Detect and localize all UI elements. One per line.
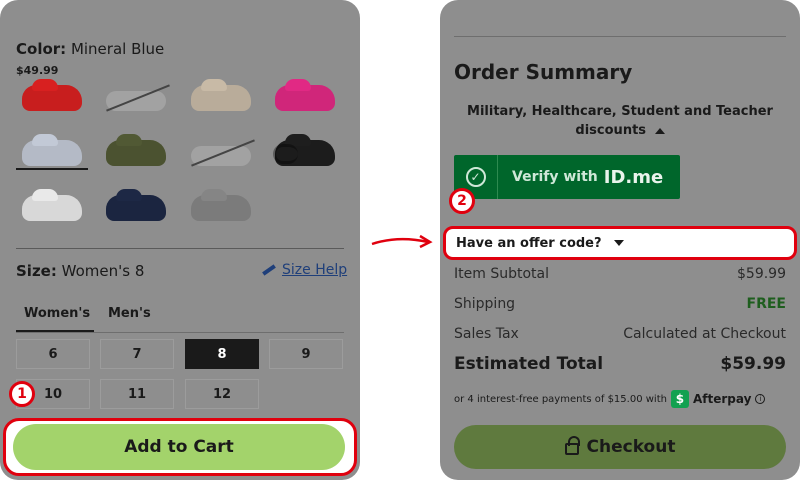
tab-womens[interactable]: Women's xyxy=(16,302,94,332)
color-swatch-navy[interactable] xyxy=(100,186,172,230)
offer-code-label: Have an offer code? xyxy=(456,235,602,251)
add-to-cart-button[interactable]: Add to Cart xyxy=(13,424,345,470)
size-heading: Size: Women's 8 xyxy=(16,262,144,280)
shipping-value: FREE xyxy=(746,296,786,312)
size-option-12[interactable]: 12 xyxy=(185,379,259,409)
subtotal-row: Item Subtotal $59.99 xyxy=(454,266,786,282)
tabs-underline xyxy=(16,332,344,333)
divider xyxy=(16,248,344,249)
tax-label: Sales Tax xyxy=(454,326,519,342)
color-swatch-slate-grey[interactable] xyxy=(185,186,257,230)
size-option-11[interactable]: 11 xyxy=(100,379,174,409)
afterpay-note: or 4 interest-free payments of $15.00 wi… xyxy=(454,390,766,408)
discounts-toggle[interactable]: Military, Healthcare, Student and Teache… xyxy=(460,102,780,140)
lock-icon xyxy=(564,436,580,455)
total-value: $59.99 xyxy=(720,354,786,374)
arrow-right-icon xyxy=(371,234,433,249)
info-icon[interactable]: i xyxy=(755,394,766,404)
size-option-7[interactable]: 7 xyxy=(100,339,174,369)
clog-image xyxy=(191,85,251,111)
color-value: Mineral Blue xyxy=(70,40,165,58)
size-label: Size: xyxy=(16,262,57,280)
size-help-link[interactable]: Size Help xyxy=(262,262,347,278)
total-row: Estimated Total $59.99 xyxy=(454,354,786,374)
afterpay-logo: Afterpay xyxy=(692,392,752,406)
clog-image xyxy=(191,195,251,221)
tax-row: Sales Tax Calculated at Checkout xyxy=(454,326,786,342)
clog-image xyxy=(22,85,82,111)
shipping-label: Shipping xyxy=(454,296,516,312)
offer-code-toggle[interactable]: Have an offer code? xyxy=(443,226,797,260)
color-swatch-pink[interactable] xyxy=(269,76,341,120)
clog-image xyxy=(22,140,82,166)
subtotal-label: Item Subtotal xyxy=(454,266,549,282)
clog-image xyxy=(106,140,166,166)
dollar-icon: $ xyxy=(670,390,689,408)
size-option-6[interactable]: 6 xyxy=(16,339,90,369)
size-option-9[interactable]: 9 xyxy=(269,339,343,369)
caret-up-icon xyxy=(654,127,665,134)
total-label: Estimated Total xyxy=(454,354,604,374)
unavailable-clog-image xyxy=(106,85,166,111)
color-swatch-bone[interactable] xyxy=(185,76,257,120)
order-summary-title: Order Summary xyxy=(454,60,633,84)
color-swatch-white-unavailable-2[interactable] xyxy=(185,131,257,175)
color-swatch-red[interactable] xyxy=(16,76,88,120)
clog-image xyxy=(273,140,335,166)
size-value: Women's 8 xyxy=(61,262,145,280)
afterpay-text: or 4 interest-free payments of $15.00 wi… xyxy=(454,393,667,405)
tab-mens[interactable]: Men's xyxy=(100,302,159,325)
checkout-button[interactable]: Checkout xyxy=(454,425,786,469)
unavailable-clog-image xyxy=(191,140,251,166)
subtotal-value: $59.99 xyxy=(737,266,786,282)
discounts-label: Military, Healthcare, Student and Teache… xyxy=(467,104,773,138)
verify-idme-button[interactable]: ✓ Verify with ID.me xyxy=(454,155,680,199)
step-badge-2: 2 xyxy=(449,188,475,214)
color-swatch-army-green[interactable] xyxy=(100,131,172,175)
color-swatch-black[interactable] xyxy=(269,131,341,175)
idme-logo: ID.me xyxy=(603,166,664,188)
verify-label: Verify with xyxy=(512,169,598,185)
ruler-icon xyxy=(262,264,276,276)
size-option-8[interactable]: 8 xyxy=(185,339,259,369)
tax-value: Calculated at Checkout xyxy=(623,326,786,342)
color-swatch-white[interactable] xyxy=(16,186,88,230)
selected-swatch-underline xyxy=(16,168,88,170)
caret-down-icon xyxy=(613,240,624,246)
color-label: Color: xyxy=(16,40,67,58)
shipping-row: Shipping FREE xyxy=(454,296,786,312)
divider xyxy=(454,36,786,37)
step-badge-1: 1 xyxy=(9,381,35,407)
size-help-label: Size Help xyxy=(282,262,348,278)
clog-image xyxy=(106,195,166,221)
product-options-panel: Color: Mineral Blue $49.99 Size: Women's… xyxy=(0,0,360,480)
checkout-label: Checkout xyxy=(586,437,676,457)
clog-image xyxy=(275,85,335,111)
color-swatch-white-unavailable[interactable] xyxy=(100,76,172,120)
color-heading: Color: Mineral Blue xyxy=(16,40,164,58)
clog-image xyxy=(22,195,82,221)
